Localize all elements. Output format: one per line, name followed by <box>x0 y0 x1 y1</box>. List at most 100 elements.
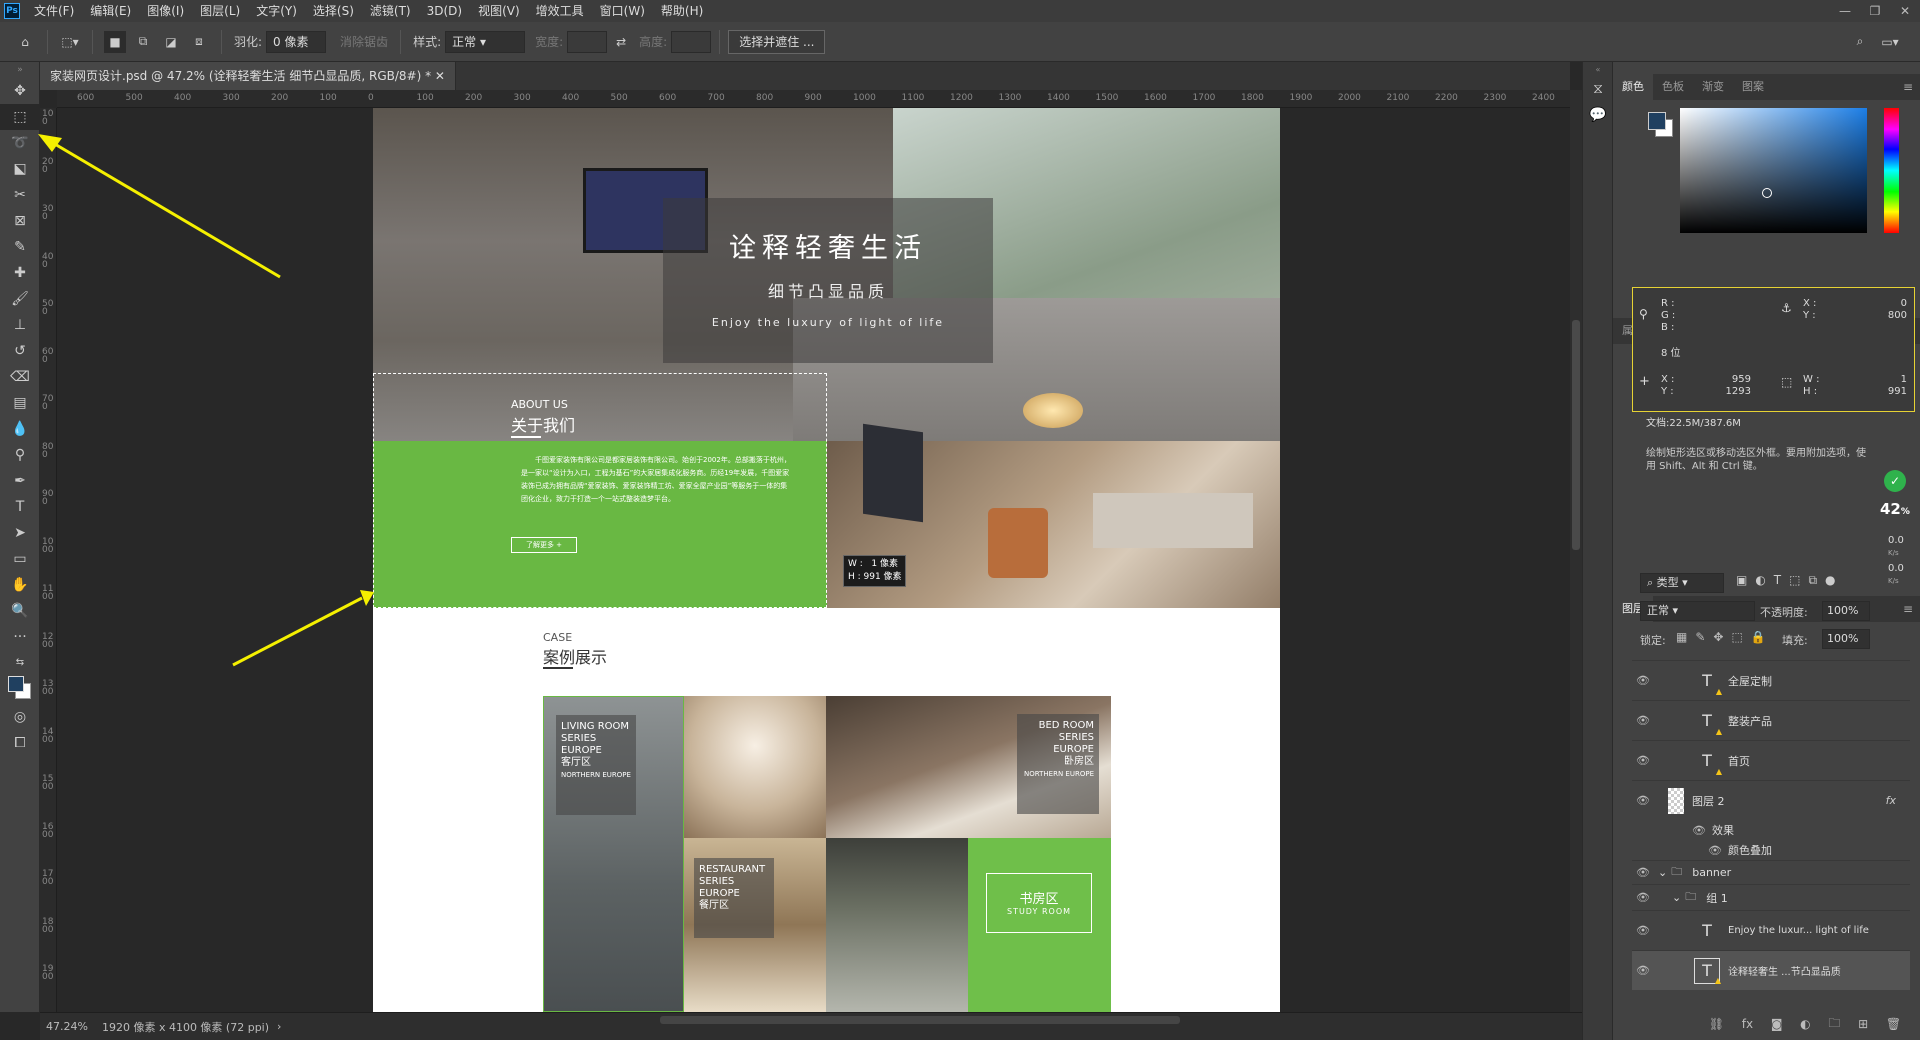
lock-icons[interactable]: ▦✎✥⬚🔒 <box>1676 630 1774 644</box>
object-select-tool-icon[interactable]: ⬕ <box>0 156 40 182</box>
picker-cursor[interactable] <box>1762 188 1772 198</box>
layer-row[interactable]: 👁 T Enjoy the luxur... light of life <box>1632 910 1910 950</box>
menu-edit[interactable]: 编辑(E) <box>82 0 139 22</box>
canvas-area[interactable]: 诠释轻奢生活 细节凸显品质 Enjoy the luxury of light … <box>57 108 1580 1012</box>
eraser-tool-icon[interactable]: ⌫ <box>0 364 40 390</box>
rect-marquee-tool-icon[interactable]: ⬚ <box>0 104 40 130</box>
horizontal-scroll-thumb[interactable] <box>660 1016 1180 1024</box>
menu-type[interactable]: 文字(Y) <box>248 0 305 22</box>
layer-row[interactable]: 👁 图层 2 fx <box>1632 780 1910 820</box>
workspace-icon[interactable]: ▭▾ <box>1879 31 1901 53</box>
layer-filter-icons[interactable]: ▣◐T⬚⧉● <box>1736 573 1844 588</box>
screen-mode-icon[interactable]: ⧠ <box>0 730 40 756</box>
blur-tool-icon[interactable]: 💧 <box>0 416 40 442</box>
document-tab[interactable]: 家装网页设计.psd @ 47.2% (诠释轻奢生活 细节凸显品质, RGB/8… <box>40 62 456 90</box>
swap-icon[interactable]: ⇄ <box>610 31 632 53</box>
panel-menu-icon[interactable]: ≡ <box>1903 80 1913 94</box>
new-selection-icon[interactable]: ■ <box>104 30 126 53</box>
style-select[interactable]: 正常 ▾ <box>445 30 526 53</box>
chevron-down-icon[interactable]: ⌄ <box>1672 891 1681 904</box>
comments-panel-icon[interactable]: 💬 <box>1583 102 1613 128</box>
home-icon[interactable]: ⌂ <box>14 31 36 53</box>
panel-menu-icon[interactable]: ≡ <box>1903 602 1913 616</box>
menu-3d[interactable]: 3D(D) <box>419 0 470 22</box>
vertical-scrollbar[interactable] <box>1570 90 1582 1012</box>
link-layers-icon[interactable]: ⛓ <box>1709 1017 1724 1031</box>
path-select-tool-icon[interactable]: ➤ <box>0 520 40 546</box>
layer-row[interactable]: 👁 T 首页 <box>1632 740 1910 780</box>
close-tab-icon[interactable]: ✕ <box>435 69 445 83</box>
marquee-preset-icon[interactable]: ⬚▾ <box>59 31 81 53</box>
subtract-selection-icon[interactable]: ◪ <box>160 31 182 53</box>
opacity-input[interactable]: 100% <box>1822 601 1870 621</box>
move-tool-icon[interactable]: ✥ <box>0 78 40 104</box>
restore-icon[interactable]: ❐ <box>1860 0 1890 22</box>
select-and-mask-button[interactable]: 选择并遮住 ... <box>728 29 826 54</box>
hand-tool-icon[interactable]: ✋ <box>0 572 40 598</box>
pen-tool-icon[interactable]: ✒ <box>0 468 40 494</box>
menu-layer[interactable]: 图层(L) <box>192 0 248 22</box>
layer-row[interactable]: 👁 T 全屋定制 <box>1632 660 1910 700</box>
fx-badge[interactable]: fx <box>1886 794 1896 807</box>
menu-filter[interactable]: 滤镜(T) <box>362 0 419 22</box>
add-mask-icon[interactable]: ◙ <box>1771 1017 1783 1031</box>
group-row[interactable]: 👁 ⌄ 🗀 banner <box>1632 860 1910 884</box>
visibility-eye-icon[interactable]: 👁 <box>1632 674 1654 687</box>
antialias-checkbox[interactable]: 消除锯齿 <box>340 33 388 50</box>
swap-colors-icon[interactable]: ⇆ <box>0 650 40 674</box>
visibility-eye-icon[interactable]: 👁 <box>1632 924 1654 937</box>
visibility-eye-icon[interactable]: 👁 <box>1632 891 1654 904</box>
visibility-eye-icon[interactable]: 👁 <box>1632 866 1654 879</box>
crop-tool-icon[interactable]: ✂ <box>0 182 40 208</box>
more-tools-icon[interactable]: ··· <box>0 624 40 650</box>
close-icon[interactable]: ✕ <box>1890 0 1920 22</box>
visibility-eye-icon[interactable]: 👁 <box>1632 754 1654 767</box>
frame-tool-icon[interactable]: ⊠ <box>0 208 40 234</box>
fill-input[interactable]: 100% <box>1822 629 1870 649</box>
history-brush-icon[interactable]: ↺ <box>0 338 40 364</box>
tab-patterns[interactable]: 图案 <box>1733 74 1773 100</box>
history-panel-icon[interactable]: ⧖ <box>1583 76 1613 102</box>
fx-icon[interactable]: fx <box>1742 1017 1753 1031</box>
menu-image[interactable]: 图像(I) <box>139 0 192 22</box>
menu-view[interactable]: 视图(V) <box>470 0 528 22</box>
tab-swatches[interactable]: 色板 <box>1653 74 1693 100</box>
color-picker-field[interactable] <box>1680 108 1867 233</box>
layer-filter-select[interactable]: ⌕ 类型 ▾ <box>1640 573 1724 593</box>
visibility-eye-icon[interactable]: 👁 <box>1632 714 1654 727</box>
menu-plugins[interactable]: 增效工具 <box>528 0 592 22</box>
stamp-tool-icon[interactable]: ⊥ <box>0 312 40 338</box>
delete-layer-icon[interactable]: 🗑 <box>1886 1017 1901 1031</box>
effects-row[interactable]: 👁 效果 <box>1632 820 1910 840</box>
minimize-icon[interactable]: — <box>1830 0 1860 22</box>
type-tool-icon[interactable]: T <box>0 494 40 520</box>
chevron-down-icon[interactable]: ⌄ <box>1658 866 1667 879</box>
expand-icon[interactable]: « <box>1583 62 1613 76</box>
effects-eye-icon[interactable]: 👁 <box>1692 824 1706 837</box>
layer-row-selected[interactable]: 👁 T 诠释轻奢生 ...节凸显品质 <box>1632 950 1910 990</box>
gradient-tool-icon[interactable]: ▤ <box>0 390 40 416</box>
intersect-selection-icon[interactable]: ⧈ <box>188 31 210 53</box>
lasso-tool-icon[interactable]: ➰ <box>0 130 40 156</box>
zoom-level[interactable]: 47.24% <box>46 1020 88 1033</box>
status-menu-icon[interactable]: › <box>277 1020 281 1033</box>
visibility-eye-icon[interactable]: 👁 <box>1632 964 1654 977</box>
group-row[interactable]: 👁 ⌄ 🗀 组 1 <box>1632 884 1910 910</box>
menu-file[interactable]: 文件(F) <box>26 0 82 22</box>
feather-input[interactable]: 0 像素 <box>266 30 327 53</box>
tab-color[interactable]: 颜色 <box>1613 74 1653 100</box>
menu-window[interactable]: 窗口(W) <box>592 0 653 22</box>
visibility-eye-icon[interactable]: 👁 <box>1632 794 1654 807</box>
menu-help[interactable]: 帮助(H) <box>653 0 711 22</box>
hue-slider[interactable] <box>1884 108 1899 233</box>
new-group-icon[interactable]: 🗀 <box>1828 1014 1840 1035</box>
color-swatches[interactable] <box>0 674 40 704</box>
effect-item-row[interactable]: 👁 颜色叠加 <box>1632 840 1910 860</box>
document-canvas[interactable]: 诠释轻奢生活 细节凸显品质 Enjoy the luxury of light … <box>373 108 1280 1012</box>
menu-select[interactable]: 选择(S) <box>305 0 362 22</box>
security-shield-icon[interactable]: ✓ <box>1884 470 1906 492</box>
foreground-color[interactable] <box>8 676 24 692</box>
width-input[interactable] <box>567 30 608 53</box>
collapse-icon[interactable]: » <box>0 62 40 78</box>
adjustment-layer-icon[interactable]: ◐ <box>1800 1017 1810 1031</box>
